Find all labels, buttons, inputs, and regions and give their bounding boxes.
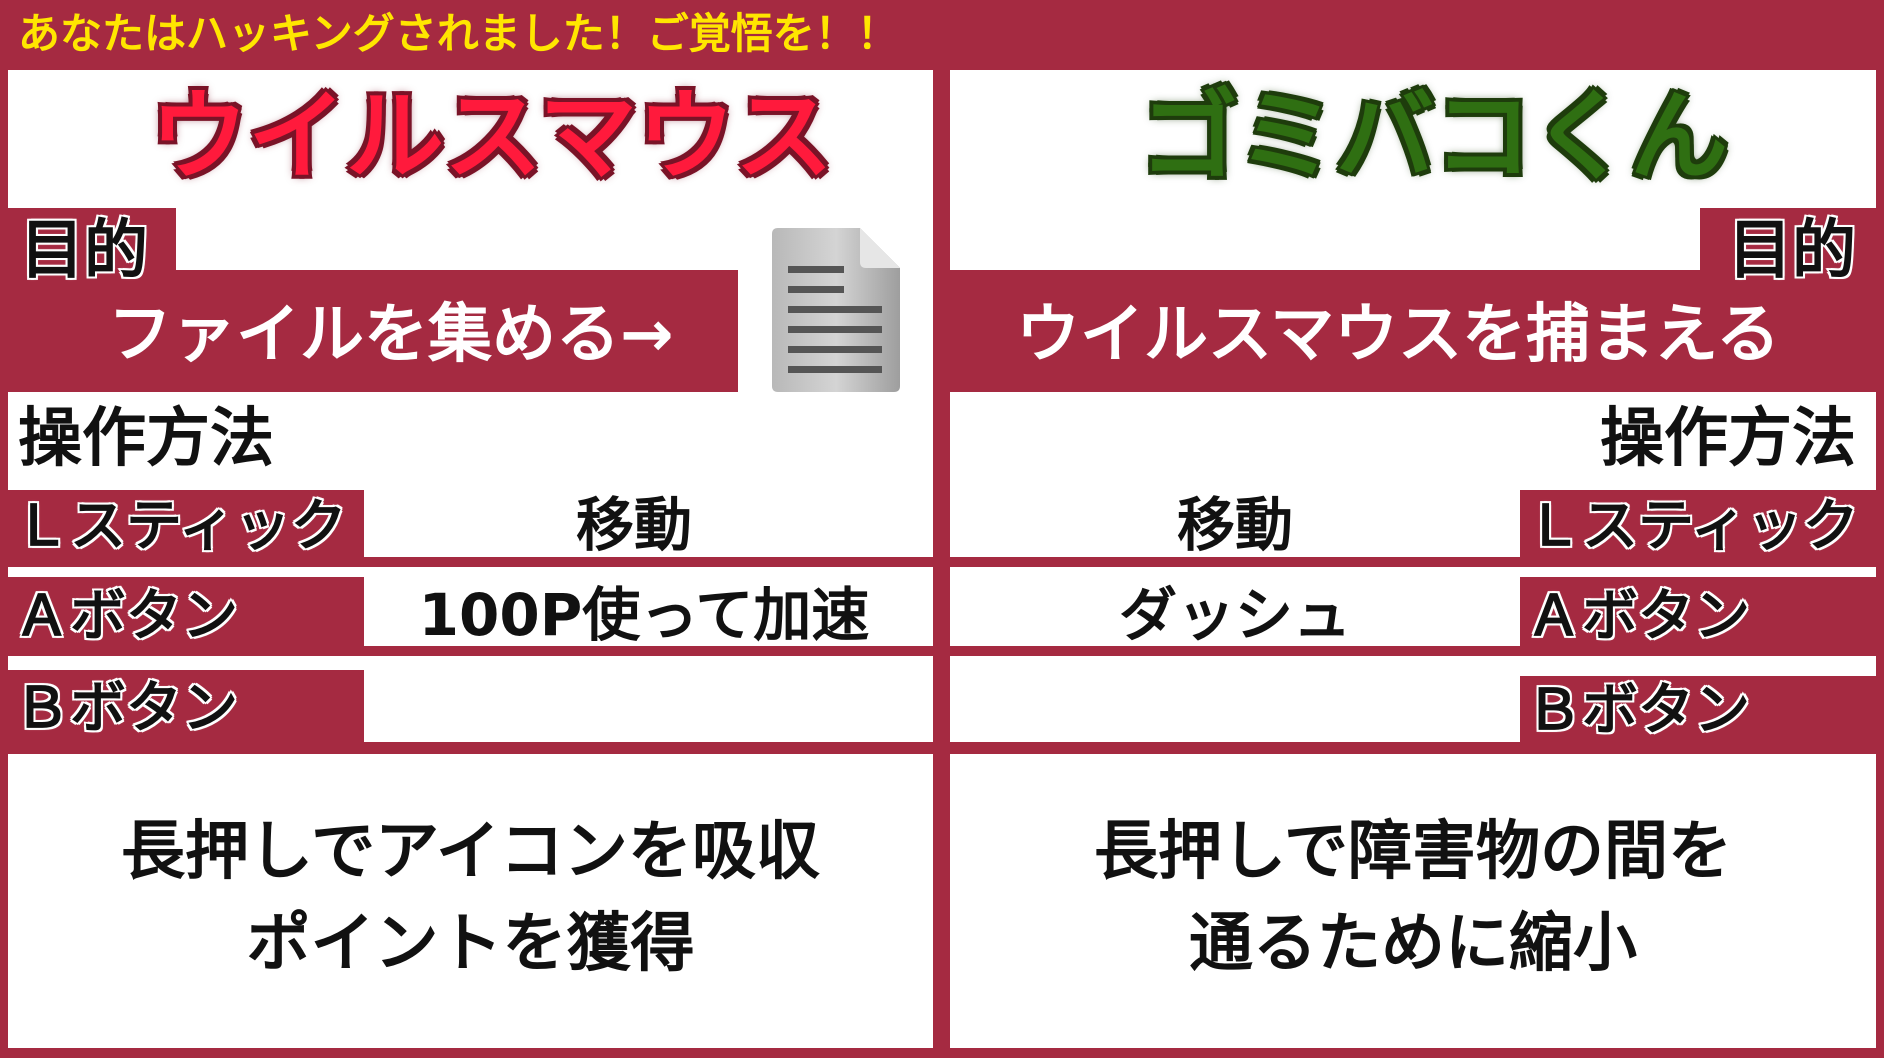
left-button-label: Ｌスティック [13, 493, 349, 561]
banner-text: あなたはハッキングされました！ご覚悟を！！ [18, 9, 899, 58]
left-button-label: Ａボタン [13, 583, 240, 651]
left-controls-label: 操作方法 [17, 401, 276, 478]
right-button-label: Ａボタン [1525, 583, 1752, 651]
right-action-text: ダッシュ [1118, 581, 1351, 649]
left-title: ウイルスマウス [147, 79, 836, 195]
right-objective-label: 目的 [1727, 213, 1858, 290]
right-action-text: 移動 [1176, 491, 1293, 559]
right-title: ゴミバコくん [1137, 79, 1731, 195]
right-controls-label: 操作方法 [1599, 401, 1858, 478]
right-description-line: 長押しで障害物の間を [1093, 815, 1733, 889]
left-objective-label: 目的 [19, 213, 150, 290]
document-icon [772, 228, 900, 392]
right-objective-text: ウイルスマウスを捕まえる [1016, 298, 1781, 372]
left-action-text: 移動 [575, 491, 692, 559]
left-button-label: Ｂボタン [13, 675, 240, 743]
right-description: 長押しで障害物の間を 通るために縮小 [950, 806, 1876, 990]
left-description-line: ポイントを獲得 [246, 907, 695, 981]
left-description: 長押しでアイコンを吸収 ポイントを獲得 [8, 806, 933, 990]
right-button-label: Ｂボタン [1525, 677, 1752, 745]
left-description-line: 長押しでアイコンを吸収 [121, 815, 820, 889]
left-action-text: 100P使って加速 [418, 581, 870, 649]
right-button-label: Ｌスティック [1525, 493, 1861, 561]
left-objective-text: ファイルを集める→ [108, 298, 674, 372]
right-description-line: 通るために縮小 [1189, 907, 1637, 981]
